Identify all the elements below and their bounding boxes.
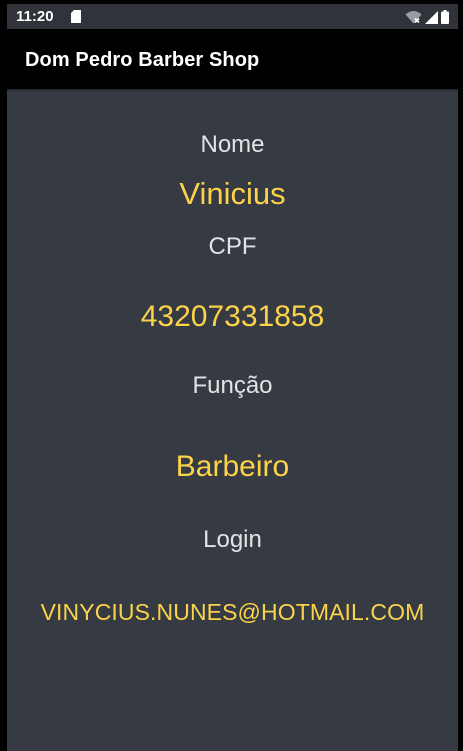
sd-card-icon — [71, 10, 81, 23]
status-bar: 11:20 — [7, 4, 458, 29]
login-value: VINYCIUS.NUNES@HOTMAIL.COM — [40, 599, 425, 625]
role-value: Barbeiro — [175, 450, 290, 483]
name-label: Nome — [200, 131, 265, 158]
status-icons — [405, 9, 449, 25]
profile-content: Nome Vinicius CPF 43207331858 Função Bar… — [7, 89, 458, 751]
name-value: Vinicius — [179, 176, 286, 211]
login-label: Login — [203, 526, 262, 553]
phone-screen: 11:20 Dom Pedro Barber Shop Nome Viniciu… — [0, 0, 463, 751]
cell-signal-icon — [425, 10, 438, 24]
app-bar-shadow — [7, 89, 458, 92]
cpf-label: CPF — [208, 233, 257, 260]
battery-icon — [441, 10, 449, 24]
status-time: 11:20 — [16, 8, 54, 25]
app-title: Dom Pedro Barber Shop — [25, 49, 260, 71]
wifi-no-internet-icon — [405, 11, 422, 24]
role-label: Função — [192, 372, 273, 399]
cpf-value: 43207331858 — [140, 300, 325, 333]
app-bar: Dom Pedro Barber Shop — [7, 29, 458, 89]
